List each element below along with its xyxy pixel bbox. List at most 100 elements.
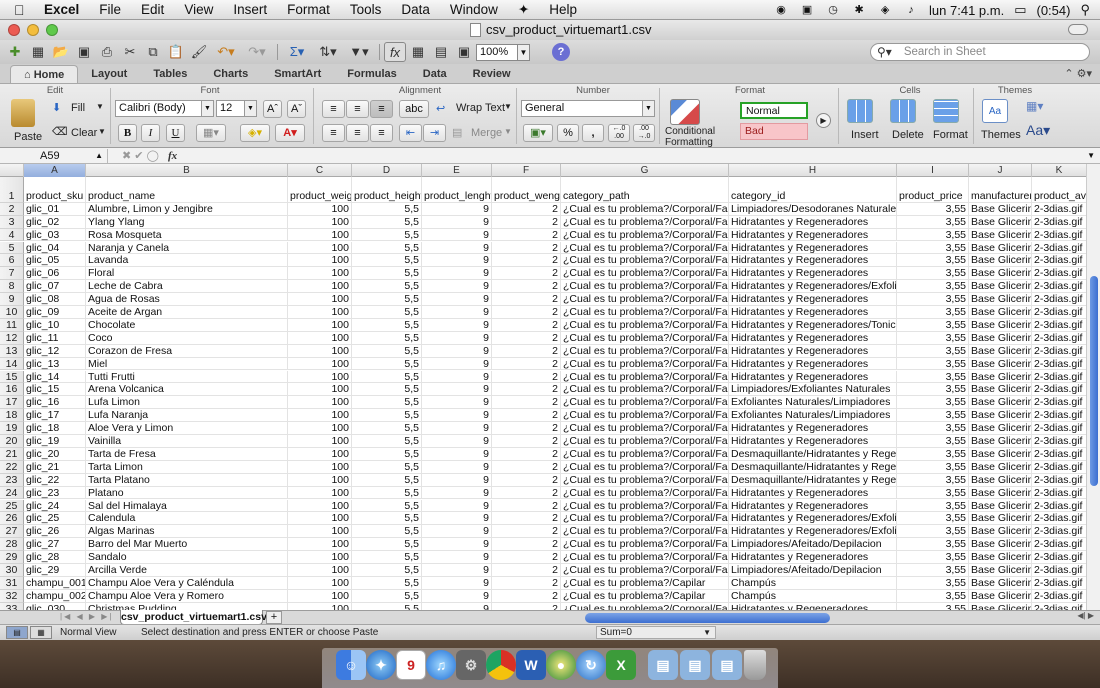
cell[interactable]: glic_16 xyxy=(24,396,86,410)
cell[interactable]: 100 xyxy=(288,331,352,345)
cell[interactable]: 9 xyxy=(422,460,492,474)
comma-button[interactable]: , xyxy=(582,124,604,142)
cell[interactable]: 2 xyxy=(492,396,561,410)
cell[interactable]: 100 xyxy=(288,280,352,294)
cell[interactable]: ¿Cual es tu problema?/Corporal/Facial xyxy=(561,202,729,216)
accounting-format-button[interactable]: ▣▾ xyxy=(523,124,553,142)
media-browser-icon[interactable]: ▣ xyxy=(453,42,475,62)
cell[interactable]: 9 xyxy=(422,228,492,242)
cell[interactable]: 5,5 xyxy=(352,422,422,435)
cell[interactable]: Base Glicerina xyxy=(969,383,1032,397)
cell[interactable]: glic_01 xyxy=(24,202,86,216)
cell[interactable]: Base Glicerina xyxy=(969,409,1032,423)
cell[interactable]: Base Glicerina xyxy=(969,525,1032,539)
cell[interactable]: 100 xyxy=(288,318,352,332)
cell[interactable]: 5,5 xyxy=(352,396,422,410)
underline-button[interactable]: U xyxy=(166,124,185,142)
save-icon[interactable]: ▣ xyxy=(73,42,95,62)
cell[interactable]: 100 xyxy=(288,267,352,281)
cell[interactable]: 5,5 xyxy=(352,293,422,306)
toolbox-icon[interactable]: fx xyxy=(384,42,406,62)
zoom-field[interactable]: 100% xyxy=(476,43,518,61)
cell[interactable]: 3,55 xyxy=(897,306,969,319)
cell[interactable]: Base Glicerina xyxy=(969,306,1032,319)
cell[interactable]: Aloe Vera y Limon xyxy=(86,422,288,435)
row-header[interactable]: 4 xyxy=(0,228,24,242)
cell[interactable]: ¿Cual es tu problema?/Corporal/Facial xyxy=(561,435,729,448)
cell[interactable]: 100 xyxy=(288,306,352,319)
row-header[interactable]: 33 xyxy=(0,602,24,610)
cell[interactable]: 2-3dias.gif xyxy=(1032,461,1086,474)
cell[interactable]: Hidratantes y Regeneradores xyxy=(729,499,897,513)
vertical-scroll-thumb[interactable] xyxy=(1090,276,1098,486)
cell[interactable]: 100 xyxy=(288,564,352,577)
cell[interactable]: glic_23 xyxy=(24,486,86,500)
cell[interactable]: ¿Cual es tu problema?/Corporal/Facial xyxy=(561,551,729,564)
row-header[interactable]: 29 xyxy=(0,551,24,564)
cell[interactable]: 2 xyxy=(492,293,561,306)
cell[interactable]: Base Glicerina xyxy=(969,370,1032,384)
cell[interactable]: 5,5 xyxy=(352,435,422,448)
cell[interactable]: 5,5 xyxy=(352,602,422,610)
cell[interactable]: 9 xyxy=(422,241,492,255)
cell[interactable]: 9 xyxy=(422,396,492,410)
battery-status[interactable]: (0:54) xyxy=(1037,3,1071,18)
column-header-e[interactable]: E xyxy=(422,164,492,177)
cell[interactable]: Base Glicerina xyxy=(969,228,1032,242)
cell[interactable]: Base Glicerina xyxy=(969,215,1032,229)
cell[interactable]: glic_13 xyxy=(24,357,86,371)
cell[interactable]: Hidratantes y Regeneradores xyxy=(729,551,897,564)
cell[interactable]: 2-3dias.gif xyxy=(1032,500,1086,513)
cell[interactable]: 2 xyxy=(492,538,561,552)
cell[interactable]: Tarta de Fresa xyxy=(86,447,288,461)
tab-review[interactable]: Review xyxy=(460,65,524,83)
cell[interactable]: 2-3dias.gif xyxy=(1032,371,1086,384)
cell[interactable]: Hidratantes y Regeneradores xyxy=(729,344,897,358)
cell[interactable]: ¿Cual es tu problema?/Corporal/Facial xyxy=(561,538,729,552)
finder-icon[interactable]: ☺ xyxy=(336,650,366,680)
cell[interactable]: Lavanda xyxy=(86,254,288,268)
style-bad[interactable]: Bad xyxy=(740,123,808,140)
cell[interactable]: 2-3dias.gif xyxy=(1032,306,1086,319)
format-painter-icon[interactable]: 🖌 xyxy=(188,42,210,62)
cell[interactable]: glic_02 xyxy=(24,215,86,229)
column-title[interactable]: product_wengh xyxy=(492,177,561,203)
cell[interactable]: Base Glicerina xyxy=(969,435,1032,448)
cell[interactable]: 2 xyxy=(492,473,561,487)
cell[interactable]: Hidratantes y Regeneradores xyxy=(729,306,897,319)
cell[interactable]: ¿Cual es tu problema?/Corporal/Facial xyxy=(561,241,729,255)
cell[interactable]: 3,55 xyxy=(897,396,969,410)
align-top-button[interactable]: ≡ xyxy=(322,100,345,118)
decrease-font-size-button[interactable]: Aˇ xyxy=(287,100,306,118)
insert-function-icon[interactable]: ◯ xyxy=(147,150,159,162)
cell[interactable]: 3,55 xyxy=(897,228,969,242)
cell[interactable]: 9 xyxy=(422,538,492,552)
row-header[interactable]: 23 xyxy=(0,473,24,487)
conditional-formatting-label-2[interactable]: Formatting xyxy=(665,137,713,148)
cell[interactable]: 3,55 xyxy=(897,409,969,423)
cell[interactable]: 9 xyxy=(422,267,492,281)
cell[interactable]: glic_11 xyxy=(24,331,86,345)
row-header[interactable]: 19 xyxy=(0,422,24,435)
menu-window[interactable]: Window xyxy=(440,2,508,17)
cell[interactable]: 3,55 xyxy=(897,280,969,294)
bold-button[interactable]: B xyxy=(118,124,137,142)
cell[interactable]: ¿Cual es tu problema?/Corporal/Facial xyxy=(561,293,729,306)
word-icon[interactable]: W xyxy=(516,650,546,680)
cell[interactable]: Hidratantes y Regeneradores xyxy=(729,254,897,268)
insert-button[interactable]: Insert xyxy=(851,129,879,141)
cancel-icon[interactable]: ✖ xyxy=(122,150,131,162)
cell[interactable]: Base Glicerina xyxy=(969,254,1032,268)
app-icon-green[interactable]: ● xyxy=(546,650,576,680)
cell[interactable]: glic_15 xyxy=(24,383,86,397)
cell[interactable]: 100 xyxy=(288,486,352,500)
cell[interactable]: glic_06 xyxy=(24,267,86,281)
cell[interactable]: 9 xyxy=(422,357,492,371)
cell[interactable]: 2-3dias.gif xyxy=(1032,474,1086,487)
cell[interactable]: 9 xyxy=(422,344,492,358)
cell[interactable]: 9 xyxy=(422,370,492,384)
cell[interactable]: ¿Cual es tu problema?/Corporal/Facial xyxy=(561,280,729,294)
cell[interactable]: 100 xyxy=(288,576,352,590)
cell[interactable]: Calendula xyxy=(86,512,288,526)
cell[interactable]: glic_24 xyxy=(24,499,86,513)
